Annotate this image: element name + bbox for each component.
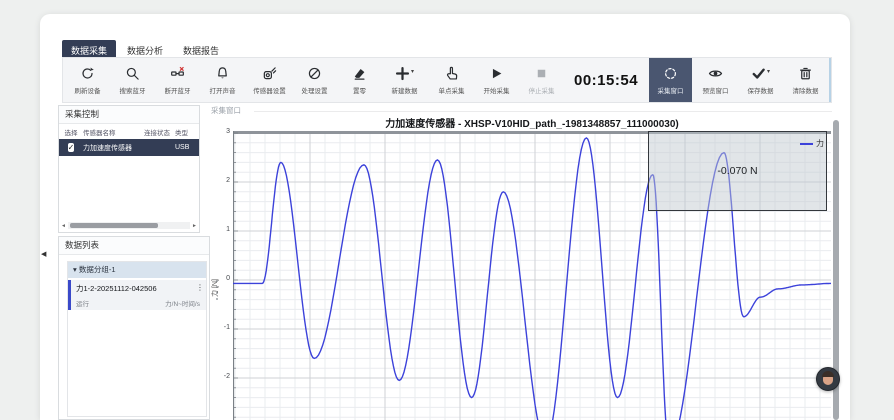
toolbar-button-new-data[interactable]: ▾ 新建数据 xyxy=(383,58,426,102)
toolbar-button-label: 清除数据 xyxy=(793,85,819,95)
data-list-content: ▾ 数据分组-1 力1-2-20251112-042506 ⋮ 运行 力/N~时… xyxy=(67,261,207,417)
toolbar-button-label: 采集窗口 xyxy=(658,85,684,95)
toolbar-button-label: 传感器设置 xyxy=(253,85,286,95)
data-item-title: 力1-2-20251112-042506 xyxy=(76,283,202,294)
scroll-right-icon[interactable]: ► xyxy=(192,223,197,229)
caret-down-icon[interactable]: ▾ xyxy=(411,68,414,75)
col-select: 选择 xyxy=(59,127,83,137)
collect-timer: 00:15:54 xyxy=(565,72,647,89)
legend-line-swatch xyxy=(800,143,813,145)
toolbar-button-preview-window[interactable]: 预览窗口 xyxy=(694,58,737,102)
toolbar-button-disconnect-bluetooth[interactable]: 断开蓝牙 xyxy=(156,58,199,102)
play-icon xyxy=(489,66,504,82)
toolbar-button-save-data[interactable]: ▾ 保存数据 xyxy=(739,58,782,102)
hand-icon xyxy=(444,66,459,82)
toolbar-button-collect-window[interactable]: 采集窗口 xyxy=(649,58,692,102)
data-list-panel: 数据列表 ▾ 数据分组-1 力1-2-20251112-042506 ⋮ 运行 … xyxy=(58,236,210,420)
avatar-hair-icon xyxy=(822,371,834,377)
toolbar-button-label: 单点采集 xyxy=(439,85,465,95)
caret-down-icon[interactable]: ▾ xyxy=(767,68,770,75)
toolbar-button-label: 置零 xyxy=(353,85,366,95)
toolbar-button-label: 停止采集 xyxy=(529,85,555,95)
y-tick-label: 1 xyxy=(206,226,230,233)
toolbar-button-experiment-snapshot[interactable]: 实验快照 xyxy=(829,58,832,102)
toolbar-button-label: 打开声音 xyxy=(210,85,236,95)
col-type: 类型 xyxy=(175,127,197,137)
y-tick-label: -1 xyxy=(206,324,230,331)
toolbar-button-label: 预览窗口 xyxy=(703,85,729,95)
app-window: 数据采集 数据分析 数据报告 刷新设备搜索蓝牙断开蓝牙打开声音传感器设置处理设置… xyxy=(40,14,850,420)
legend-series-label: 力 xyxy=(816,138,824,149)
group-label: 数据分组-1 xyxy=(79,265,116,274)
data-group-row[interactable]: ▾ 数据分组-1 xyxy=(68,262,206,278)
toolbar-button-label: 搜索蓝牙 xyxy=(120,85,146,95)
trash-icon xyxy=(798,66,813,82)
scroll-left-icon[interactable]: ◄ xyxy=(61,223,66,229)
selection-annotation: -0.070 N xyxy=(717,165,757,177)
screen: 数据采集 数据分析 数据报告 刷新设备搜索蓝牙断开蓝牙打开声音传感器设置处理设置… xyxy=(0,0,894,420)
bt-disconnect-icon xyxy=(170,66,185,82)
dashed-circle-icon xyxy=(663,66,678,82)
toolbar-button-zero-set[interactable]: 置零 xyxy=(338,58,381,102)
collect-control-title: 采集控制 xyxy=(59,106,199,124)
stop-icon xyxy=(534,66,549,82)
y-tick-label: -2 xyxy=(206,373,230,380)
sensor-type: USB xyxy=(175,144,197,151)
toolbar-button-label: 新建数据 xyxy=(392,85,418,95)
toolbar-button-process-settings[interactable]: 处理设置 xyxy=(293,58,336,102)
y-tick-label: 2 xyxy=(206,177,230,184)
data-list-title: 数据列表 xyxy=(59,237,209,255)
y-tick-label: 3 xyxy=(206,128,230,135)
toolbar-button-clear-data[interactable]: 清除数据 xyxy=(784,58,827,102)
y-axis-label: 力 [N] xyxy=(210,258,222,318)
horizontal-scrollbar[interactable]: ◄ ► xyxy=(61,221,197,230)
hscroll-thumb[interactable] xyxy=(70,223,158,228)
eraser-icon xyxy=(352,66,367,82)
sensor-table-row[interactable]: ✓ 力加速度传感器 USB xyxy=(59,139,199,156)
toolbar-button-label: 处理设置 xyxy=(302,85,328,95)
divider xyxy=(254,111,832,112)
sensor-row-checkbox[interactable]: ✓ xyxy=(68,143,75,152)
toolbar-button-label: 保存数据 xyxy=(748,85,774,95)
toolbar-button-single-point-collect[interactable]: 单点采集 xyxy=(430,58,473,102)
sensor-icon xyxy=(262,66,277,82)
data-item-status: 运行 xyxy=(76,298,89,308)
toolbar-button-stop-collect[interactable]: 停止采集 xyxy=(520,58,563,102)
eye-icon xyxy=(708,66,723,82)
sensor-name: 力加速度传感器 xyxy=(83,143,139,153)
toolbar-button-refresh-device[interactable]: 刷新设备 xyxy=(66,58,109,102)
refresh-icon xyxy=(80,66,95,82)
search-icon xyxy=(125,66,140,82)
plus-icon: ▾ xyxy=(395,66,414,82)
slash-circle-icon xyxy=(307,66,322,82)
toolbar-button-label: 开始采集 xyxy=(484,85,510,95)
toolbar-button-label: 刷新设备 xyxy=(75,85,101,95)
data-item-axes: 力/N~时间/s xyxy=(165,298,200,308)
toolbar-button-sound-on[interactable]: 打开声音 xyxy=(201,58,244,102)
group-caret-icon: ▾ xyxy=(73,265,77,274)
toolbar-button-start-collect[interactable]: 开始采集 xyxy=(475,58,518,102)
force-chart-plot[interactable]: -0.070 N 力 xyxy=(233,131,831,420)
sensor-table-header: 选择 传感器名称 连接状态 类型 xyxy=(59,124,199,139)
col-conn-status: 连接状态 xyxy=(139,127,175,137)
y-tick-label: 0 xyxy=(206,275,230,282)
col-sensor-name: 传感器名称 xyxy=(83,127,139,137)
chart-legend: 力 xyxy=(800,138,824,149)
bell-icon xyxy=(215,66,230,82)
data-item-row[interactable]: 力1-2-20251112-042506 ⋮ 运行 力/N~时间/s xyxy=(68,280,206,310)
toolbar-button-search-bluetooth[interactable]: 搜索蓝牙 xyxy=(111,58,154,102)
toolbar-button-label: 断开蓝牙 xyxy=(165,85,191,95)
collapse-panel-icon[interactable]: ◀ xyxy=(41,250,46,258)
item-menu-icon[interactable]: ⋮ xyxy=(196,283,204,292)
collect-control-panel: 采集控制 选择 传感器名称 连接状态 类型 ✓ 力加速度传感器 USB ◄ ► xyxy=(58,105,200,233)
avatar-button[interactable] xyxy=(816,367,840,391)
chart-title: 力加速度传感器 - XHSP-V10HID_path_-1981348857_1… xyxy=(233,115,831,130)
check-icon: ▾ xyxy=(751,66,770,82)
main-toolbar: 刷新设备 搜索蓝牙 断开蓝牙 打开声音 传感器设置 处理设置 置零 ▾ 新建数据 单点采集 开始采集… xyxy=(62,57,832,103)
toolbar-button-sensor-settings[interactable]: 传感器设置 xyxy=(248,58,291,102)
